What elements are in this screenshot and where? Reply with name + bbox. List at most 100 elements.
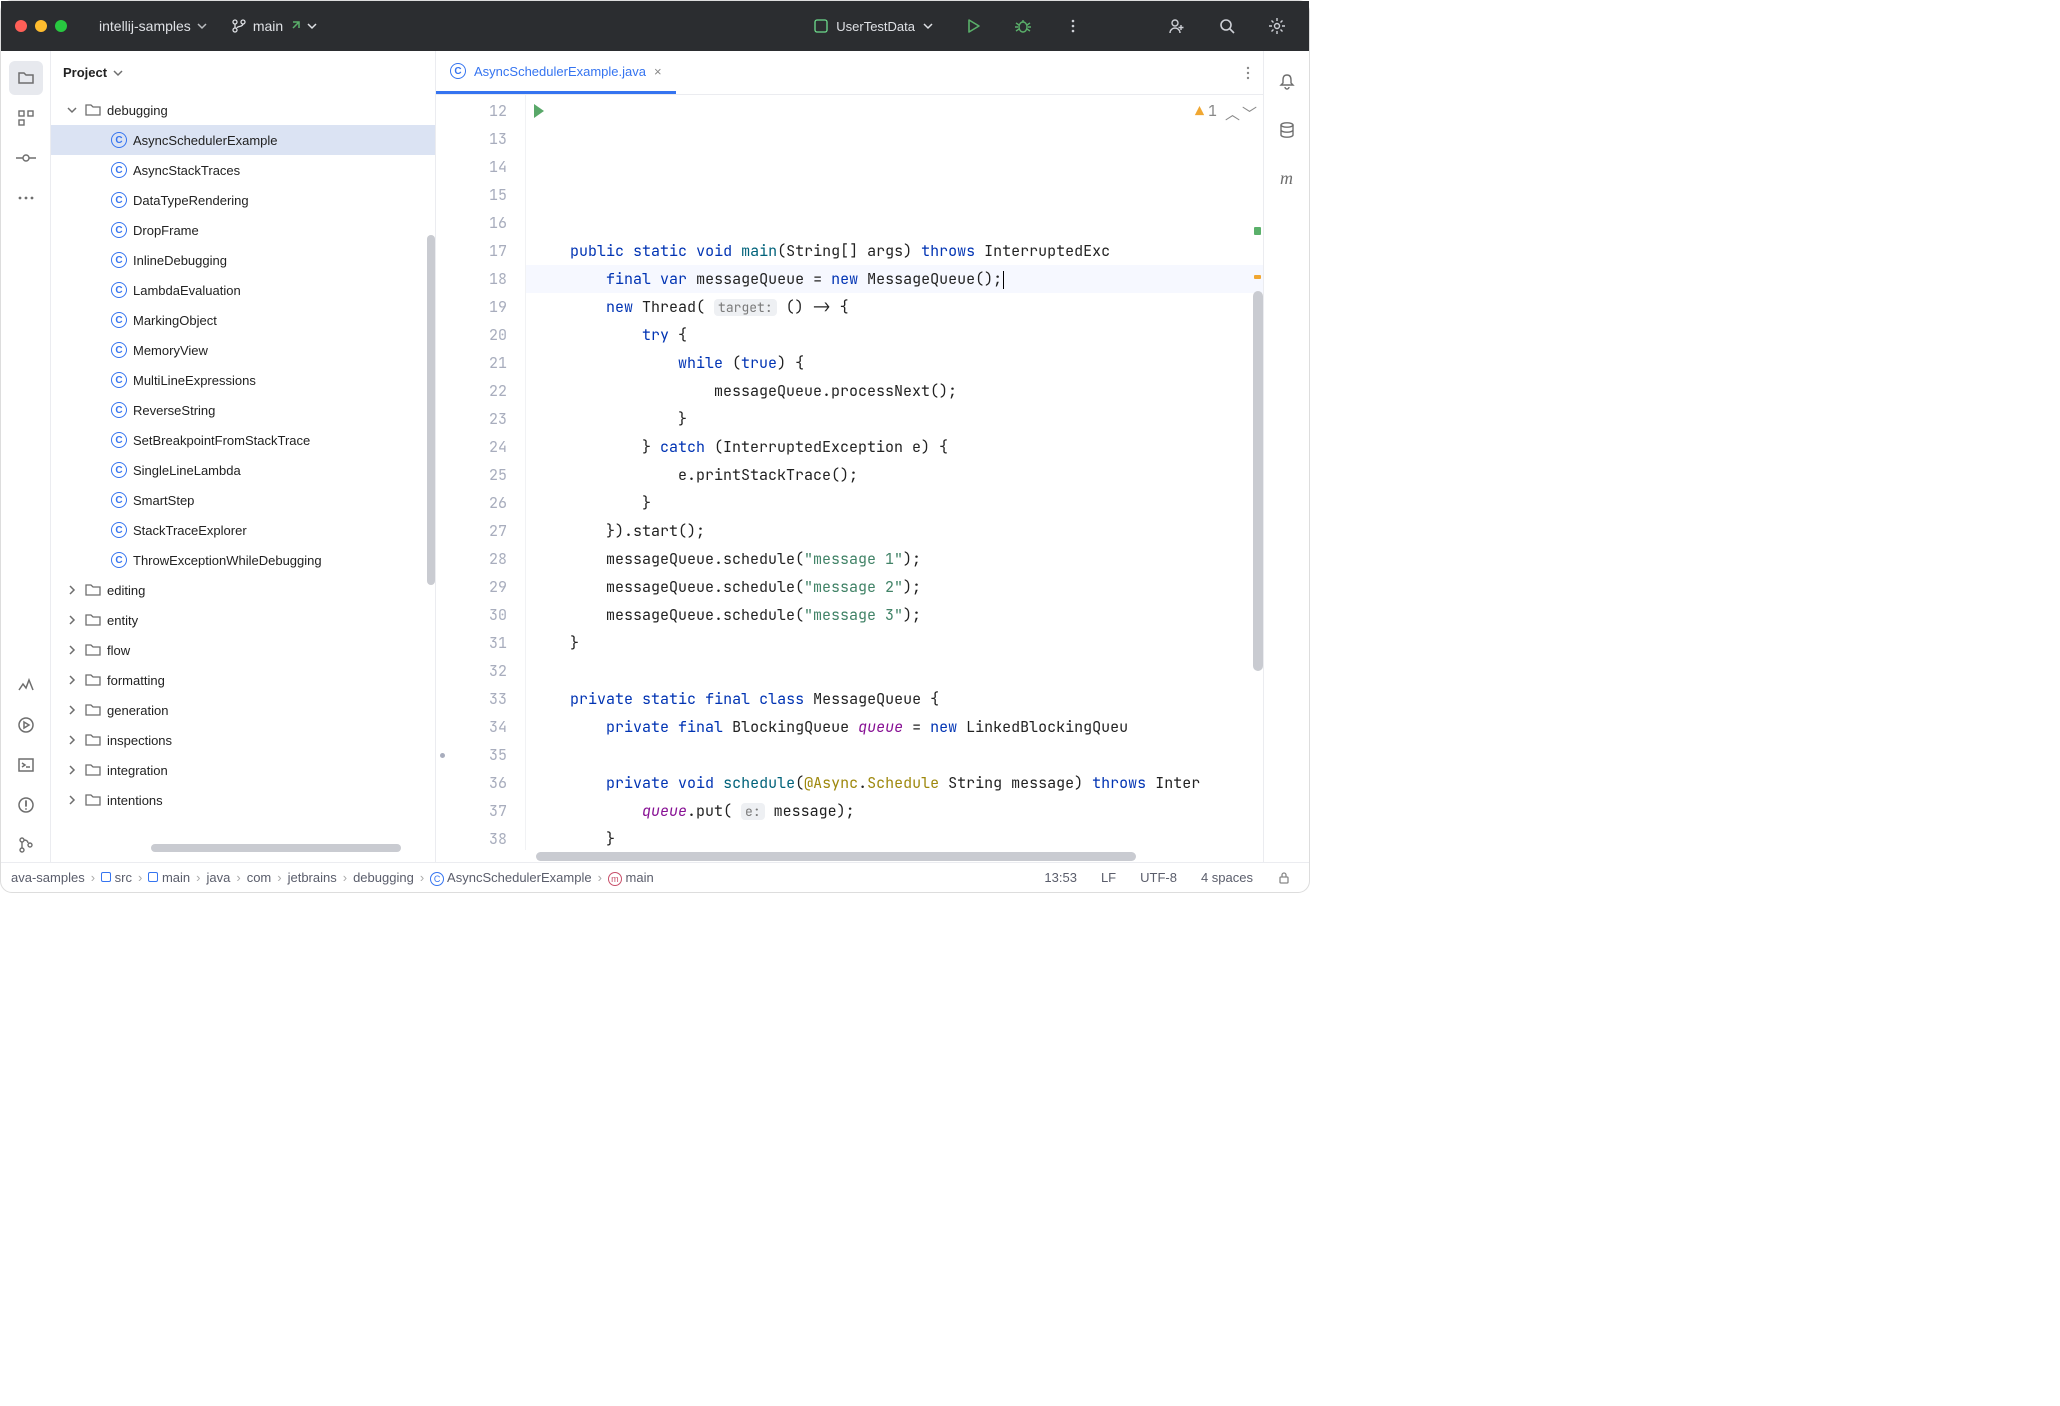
tree-class-inlinedebugging[interactable]: CInlineDebugging: [51, 245, 435, 275]
line-number[interactable]: 17: [436, 237, 525, 265]
breadcrumb-item[interactable]: java: [206, 870, 230, 885]
line-number[interactable]: 36: [436, 769, 525, 797]
breadcrumb-item[interactable]: ava-samples: [11, 870, 85, 885]
code-line[interactable]: private static final class MessageQueue …: [526, 685, 1263, 713]
line-number[interactable]: 28: [436, 545, 525, 573]
line-number[interactable]: 27: [436, 517, 525, 545]
more-actions-button[interactable]: [1055, 8, 1091, 44]
notifications-icon[interactable]: [1270, 65, 1304, 99]
breadcrumb-item[interactable]: src: [101, 870, 132, 885]
debug-button[interactable]: [1005, 8, 1041, 44]
tree-folder-editing[interactable]: editing: [51, 575, 435, 605]
code-line[interactable]: [526, 657, 1263, 685]
project-selector[interactable]: intellij-samples: [89, 18, 217, 34]
code-line[interactable]: final var messageQueue = new MessageQueu…: [526, 265, 1263, 293]
code-line[interactable]: }: [526, 825, 1263, 850]
line-number[interactable]: 16: [436, 209, 525, 237]
line-number[interactable]: 19: [436, 293, 525, 321]
line-number[interactable]: 38: [436, 825, 525, 850]
tree-folder-intentions[interactable]: intentions: [51, 785, 435, 815]
structure-tool-icon[interactable]: [9, 101, 43, 135]
tree-class-throwexceptionwhiledebugging[interactable]: CThrowExceptionWhileDebugging: [51, 545, 435, 575]
line-number[interactable]: 33: [436, 685, 525, 713]
settings-icon[interactable]: [1259, 8, 1295, 44]
tree-class-memoryview[interactable]: CMemoryView: [51, 335, 435, 365]
line-number[interactable]: 35: [436, 741, 525, 769]
horizontal-scrollbar[interactable]: [436, 850, 1263, 862]
search-everywhere-icon[interactable]: [1209, 8, 1245, 44]
project-tool-icon[interactable]: [9, 61, 43, 95]
more-tools-icon[interactable]: [9, 181, 43, 215]
code-line[interactable]: queue.put( e: message);: [526, 797, 1263, 825]
line-number[interactable]: 22: [436, 377, 525, 405]
tree-class-reversestring[interactable]: CReverseString: [51, 395, 435, 425]
code-line[interactable]: public static void main(String[] args) t…: [526, 237, 1263, 265]
tab-asyncschedulerexample[interactable]: C AsyncSchedulerExample.java ×: [436, 51, 676, 94]
line-number[interactable]: 21: [436, 349, 525, 377]
line-number[interactable]: 20: [436, 321, 525, 349]
maven-icon[interactable]: m: [1270, 161, 1304, 195]
tree-class-multilineexpressions[interactable]: CMultiLineExpressions: [51, 365, 435, 395]
code-editor[interactable]: 1213141516171819202122232425262728293031…: [436, 95, 1263, 850]
code-line[interactable]: messageQueue.schedule("message 1");: [526, 545, 1263, 573]
tree-folder-debugging[interactable]: debugging: [51, 95, 435, 125]
close-tab-icon[interactable]: ×: [654, 64, 662, 79]
line-number[interactable]: 34: [436, 713, 525, 741]
close-window-icon[interactable]: [15, 20, 27, 32]
prev-highlight-icon[interactable]: ︿: [1225, 103, 1240, 124]
scrollbar-thumb[interactable]: [427, 235, 435, 585]
code-line[interactable]: }).start();: [526, 517, 1263, 545]
services-tool-icon[interactable]: [9, 708, 43, 742]
code-with-me-icon[interactable]: [1159, 8, 1195, 44]
code-line[interactable]: private final BlockingQueue queue = new …: [526, 713, 1263, 741]
line-number[interactable]: 29: [436, 573, 525, 601]
tree-class-markingobject[interactable]: CMarkingObject: [51, 305, 435, 335]
code-line[interactable]: messageQueue.processNext();: [526, 377, 1263, 405]
line-number[interactable]: 24: [436, 433, 525, 461]
breadcrumb-item[interactable]: debugging: [353, 870, 414, 885]
code-line[interactable]: messageQueue.schedule("message 3");: [526, 601, 1263, 629]
commits-tool-icon[interactable]: [9, 141, 43, 175]
tree-class-asyncschedulerexample[interactable]: CAsyncSchedulerExample: [51, 125, 435, 155]
tabs-menu-icon[interactable]: [1233, 51, 1263, 94]
line-number[interactable]: 12: [436, 97, 525, 125]
status-encoding[interactable]: UTF-8: [1132, 870, 1185, 885]
code-line[interactable]: }: [526, 405, 1263, 433]
problems-tool-icon[interactable]: [9, 788, 43, 822]
run-button[interactable]: [955, 8, 991, 44]
tree-class-stacktraceexplorer[interactable]: CStackTraceExplorer: [51, 515, 435, 545]
gutter[interactable]: 1213141516171819202122232425262728293031…: [436, 95, 526, 850]
code-line[interactable]: e.printStackTrace();: [526, 461, 1263, 489]
breadcrumb-item[interactable]: main: [148, 870, 190, 885]
inspection-widget[interactable]: ▲ 1: [1195, 101, 1217, 121]
line-number[interactable]: 13: [436, 125, 525, 153]
tree-class-datatyperendering[interactable]: CDataTypeRendering: [51, 185, 435, 215]
code-line[interactable]: new Thread( target: () -> {: [526, 293, 1263, 321]
vcs-tool-icon[interactable]: [9, 828, 43, 862]
code-line[interactable]: private void schedule(@Async.Schedule St…: [526, 769, 1263, 797]
scrollbar-thumb[interactable]: [1253, 291, 1263, 671]
tree-folder-integration[interactable]: integration: [51, 755, 435, 785]
breadcrumbs[interactable]: ava-samples› src› main›java›com›jetbrain…: [11, 870, 654, 886]
tree-class-smartstep[interactable]: CSmartStep: [51, 485, 435, 515]
minimize-window-icon[interactable]: [35, 20, 47, 32]
code-line[interactable]: }: [526, 489, 1263, 517]
project-pane-header[interactable]: Project: [51, 51, 435, 95]
code-line[interactable]: while (true) {: [526, 349, 1263, 377]
terminal-tool-icon[interactable]: [9, 748, 43, 782]
tree-class-lambdaevaluation[interactable]: CLambdaEvaluation: [51, 275, 435, 305]
line-number[interactable]: 37: [436, 797, 525, 825]
status-eol[interactable]: LF: [1093, 870, 1124, 885]
line-number[interactable]: 30: [436, 601, 525, 629]
database-icon[interactable]: [1270, 113, 1304, 147]
breadcrumb-item[interactable]: m main: [608, 870, 654, 886]
line-number[interactable]: 32: [436, 657, 525, 685]
status-time[interactable]: 13:53: [1036, 870, 1085, 885]
line-number[interactable]: 31: [436, 629, 525, 657]
tree-class-dropframe[interactable]: CDropFrame: [51, 215, 435, 245]
code-line[interactable]: }: [526, 629, 1263, 657]
line-number[interactable]: 15: [436, 181, 525, 209]
tree-class-asyncstacktraces[interactable]: CAsyncStackTraces: [51, 155, 435, 185]
status-indent[interactable]: 4 spaces: [1193, 870, 1261, 885]
tree-class-setbreakpointfromstacktrace[interactable]: CSetBreakpointFromStackTrace: [51, 425, 435, 455]
